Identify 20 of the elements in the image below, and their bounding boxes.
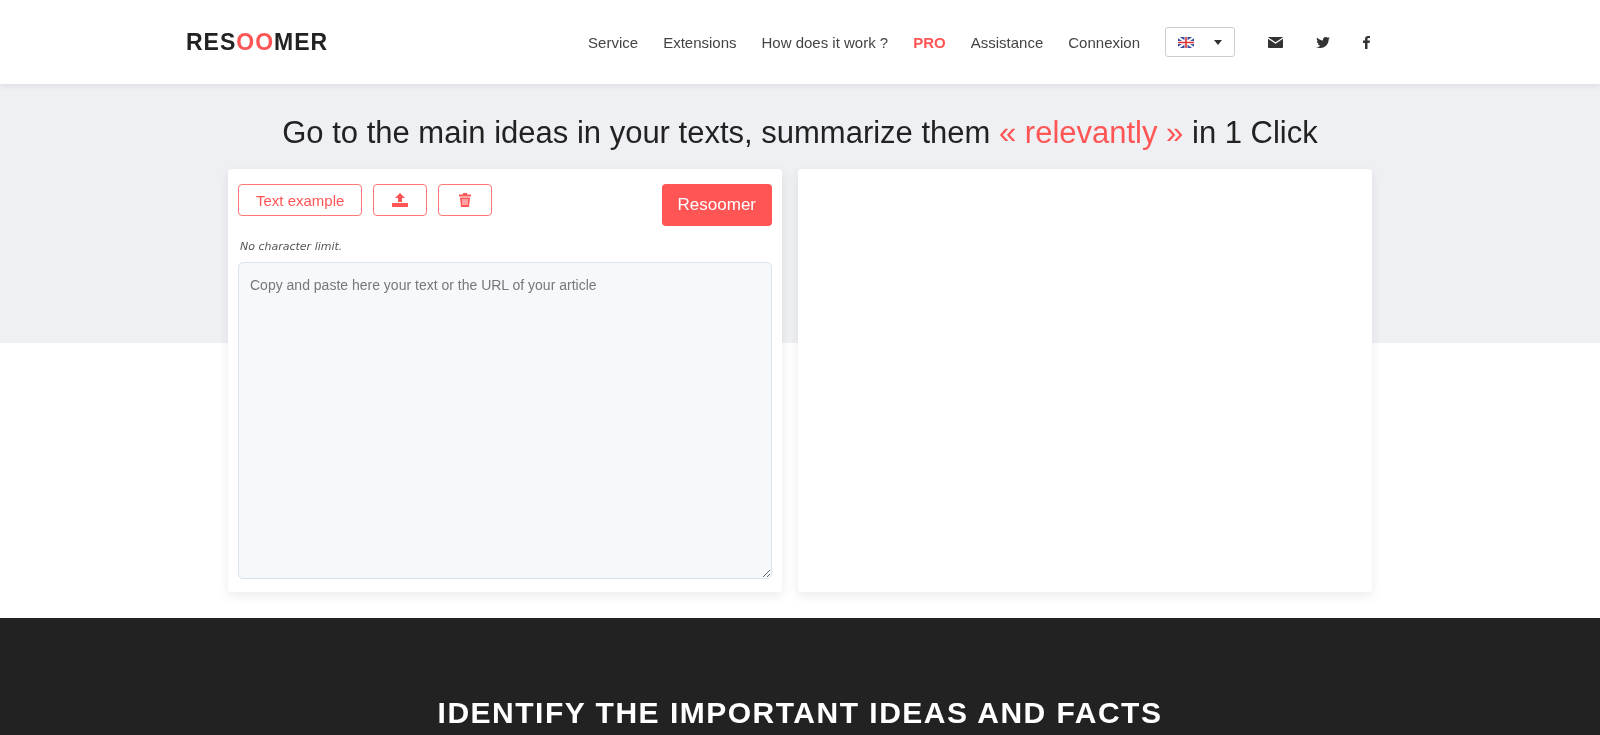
nav-link[interactable]: Connexion xyxy=(1068,33,1140,51)
flag-icon xyxy=(1178,36,1194,48)
caret-icon xyxy=(1214,39,1222,45)
upload-button[interactable] xyxy=(373,184,428,216)
upload-icon xyxy=(392,193,409,207)
trash-icon xyxy=(459,193,472,207)
nav-link[interactable]: Assistance xyxy=(970,33,1044,51)
section-heading: IDENTIFY THE IMPORTANT IDEAS AND FACTS xyxy=(437,696,1163,731)
logo[interactable]: RESOOMER xyxy=(186,28,329,56)
character-limit-note: No character limit. xyxy=(240,240,344,253)
nav-link[interactable]: How does it work ? xyxy=(761,33,889,51)
delete-button[interactable] xyxy=(438,184,493,216)
f-letter-icon[interactable] xyxy=(1363,35,1370,49)
headline: Go to the main ideas in your texts, summarize them « relevantly » in 1 Click xyxy=(281,115,1319,151)
language-dropdown[interactable] xyxy=(1165,27,1235,57)
text-input-field[interactable]: Copy and paste here your text or the URL of your article xyxy=(238,262,772,579)
mail-icon[interactable] xyxy=(1268,36,1283,48)
nav-link[interactable]: Service xyxy=(588,33,639,51)
nav-link[interactable]: Extensions xyxy=(663,33,737,51)
bird-icon[interactable] xyxy=(1316,36,1330,48)
